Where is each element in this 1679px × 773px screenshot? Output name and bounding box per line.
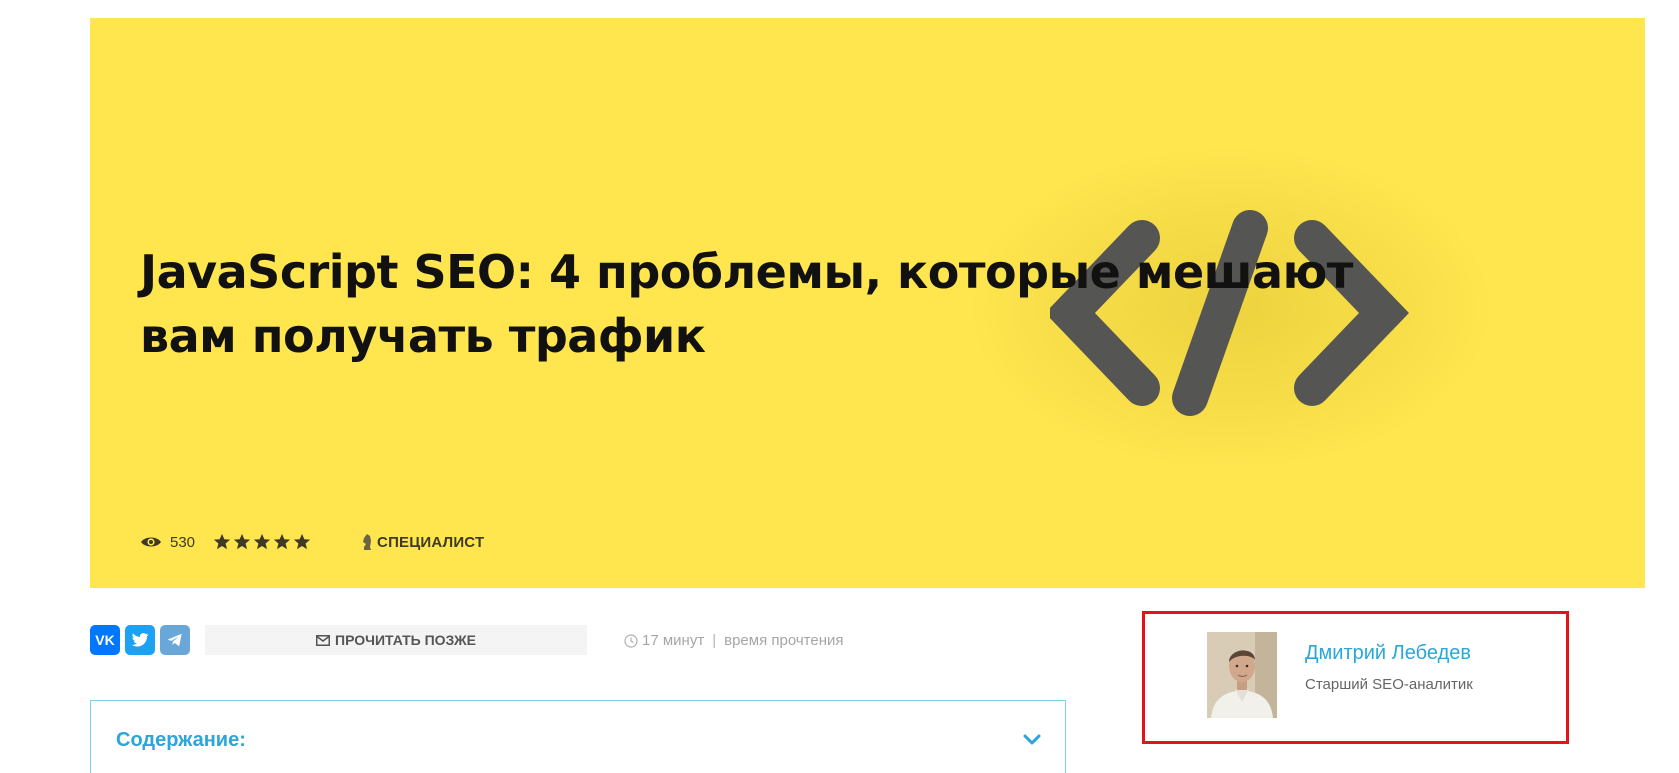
chess-knight-icon <box>363 534 372 550</box>
chevron-down-icon[interactable] <box>1021 729 1043 751</box>
author-avatar[interactable] <box>1207 632 1277 718</box>
author-card: Дмитрий Лебедев Старший SEO-аналитик <box>1142 611 1569 744</box>
separator: | <box>712 632 717 649</box>
article-meta: 530 СПЕЦИАЛИСТ <box>140 530 484 554</box>
author-role: Старший SEO-аналитик <box>1305 676 1473 693</box>
eye-icon <box>141 537 161 547</box>
star-icon[interactable] <box>293 533 311 551</box>
article-page: JavaScript SEO: 4 проблемы, которые меша… <box>0 0 1679 773</box>
star-icon[interactable] <box>273 533 291 551</box>
vk-icon: VK <box>95 632 115 648</box>
twitter-icon <box>131 633 149 647</box>
clock-icon <box>624 633 638 648</box>
article-hero: JavaScript SEO: 4 проблемы, которые меша… <box>90 18 1645 588</box>
views-counter: 530 <box>140 534 195 551</box>
reading-time-value: 17 минут <box>642 632 705 649</box>
share-twitter-button[interactable] <box>125 625 155 655</box>
share-buttons: VK <box>90 625 195 655</box>
reading-time: 17 минут | время прочтения <box>624 632 844 649</box>
read-later-button[interactable]: ПРОЧИТАТЬ ПОЗЖЕ <box>205 625 587 655</box>
read-later-label: ПРОЧИТАТЬ ПОЗЖЕ <box>335 632 476 648</box>
table-of-contents[interactable]: Содержание: <box>90 700 1066 773</box>
telegram-icon <box>167 633 182 647</box>
article-title: JavaScript SEO: 4 проблемы, которые меша… <box>140 245 1353 363</box>
envelope-icon <box>316 634 331 646</box>
share-vk-button[interactable]: VK <box>90 625 120 655</box>
toc-title: Содержание: <box>116 729 246 751</box>
difficulty-level: СПЕЦИАЛИСТ <box>361 533 484 551</box>
share-telegram-button[interactable] <box>160 625 190 655</box>
star-icon[interactable] <box>253 533 271 551</box>
reading-time-label: время прочтения <box>724 632 844 649</box>
author-name-link[interactable]: Дмитрий Лебедев <box>1305 642 1471 665</box>
star-icon[interactable] <box>233 533 251 551</box>
author-photo <box>1207 632 1277 718</box>
difficulty-level-label: СПЕЦИАЛИСТ <box>377 533 485 551</box>
rating-stars[interactable] <box>213 533 313 551</box>
views-count: 530 <box>170 533 196 551</box>
star-icon[interactable] <box>213 533 231 551</box>
